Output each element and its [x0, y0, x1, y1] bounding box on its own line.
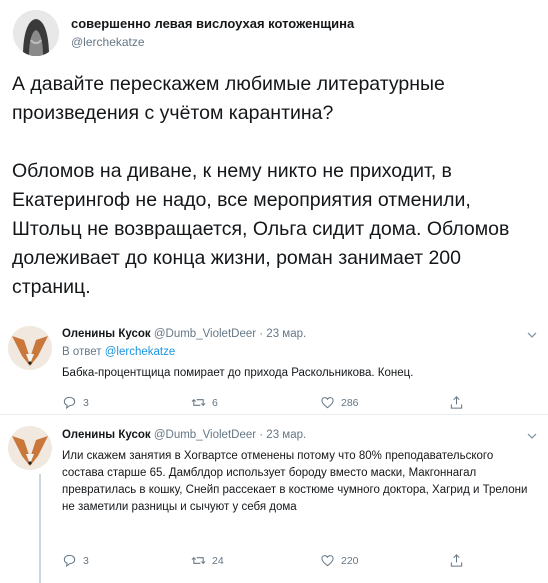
retweet-icon: [191, 398, 206, 407]
reply-author-handle[interactable]: @Dumb_VioletDeer: [154, 429, 256, 441]
author-name[interactable]: совершенно левая вислоухая котоженщина: [71, 16, 354, 31]
avatar[interactable]: [8, 326, 52, 370]
retweet-icon: [191, 556, 206, 565]
avatar-image: [8, 326, 52, 370]
avatar[interactable]: [13, 10, 59, 56]
reply-button[interactable]: 3: [62, 395, 89, 410]
action-bar: 3 24 220: [62, 553, 482, 569]
reply-header: Оленины Кусок @Dumb_VioletDeer · 23 мар.: [62, 429, 306, 441]
reply-count: 3: [83, 554, 89, 567]
like-button[interactable]: 220: [320, 553, 359, 568]
like-count: 220: [341, 554, 359, 567]
comment-icon: [63, 396, 76, 410]
share-icon: [450, 554, 463, 567]
reply-header: Оленины Кусок @Dumb_VioletDeer · 23 мар.: [62, 328, 306, 340]
share-button[interactable]: [449, 395, 464, 410]
author-handle[interactable]: @lerchekatze: [71, 35, 145, 49]
comment-icon: [63, 554, 76, 568]
tweet-paragraph-2: Обломов на диване, к нему никто не прихо…: [12, 160, 510, 298]
reply-timestamp[interactable]: · 23 мар.: [259, 429, 306, 441]
tweet-paragraph-1: А давайте перескажем любимые литературны…: [12, 73, 445, 124]
retweet-button[interactable]: 24: [191, 553, 224, 568]
reply-text: Бабка-процентщица помирает до прихода Ра…: [62, 367, 414, 379]
reply-author-name[interactable]: Оленины Кусок: [62, 328, 151, 340]
retweet-count: 6: [212, 396, 218, 409]
retweet-count: 24: [212, 554, 224, 567]
reply-to-handle[interactable]: @lerchekatze: [105, 346, 175, 358]
avatar[interactable]: [8, 426, 52, 470]
share-button[interactable]: [449, 553, 464, 568]
reply-author-handle[interactable]: @Dumb_VioletDeer: [154, 328, 256, 340]
reply-to-prefix: В ответ: [62, 346, 102, 358]
avatar-image: [8, 426, 52, 470]
reply-timestamp[interactable]: · 23 мар.: [259, 328, 306, 340]
reply-text: Или скажем занятия в Хогвартсе отменены …: [62, 450, 528, 513]
divider: [0, 414, 548, 415]
reply-button[interactable]: 3: [62, 553, 89, 568]
like-button[interactable]: 286: [320, 395, 359, 410]
share-icon: [450, 396, 463, 409]
action-bar: 3 6 286: [62, 395, 482, 411]
like-count: 286: [341, 396, 359, 409]
chevron-down-icon[interactable]: [526, 328, 538, 340]
avatar-image: [13, 10, 59, 56]
retweet-button[interactable]: 6: [191, 395, 218, 410]
heart-icon: [321, 397, 334, 409]
thread-line: [39, 474, 41, 583]
reply-to-line: В ответ @lerchekatze: [62, 346, 175, 358]
chevron-down-icon[interactable]: [526, 429, 538, 441]
tweet-text: А давайте перескажем любимые литературны…: [12, 70, 540, 302]
reply-count: 3: [83, 396, 89, 409]
reply-author-name[interactable]: Оленины Кусок: [62, 429, 151, 441]
heart-icon: [321, 555, 334, 567]
